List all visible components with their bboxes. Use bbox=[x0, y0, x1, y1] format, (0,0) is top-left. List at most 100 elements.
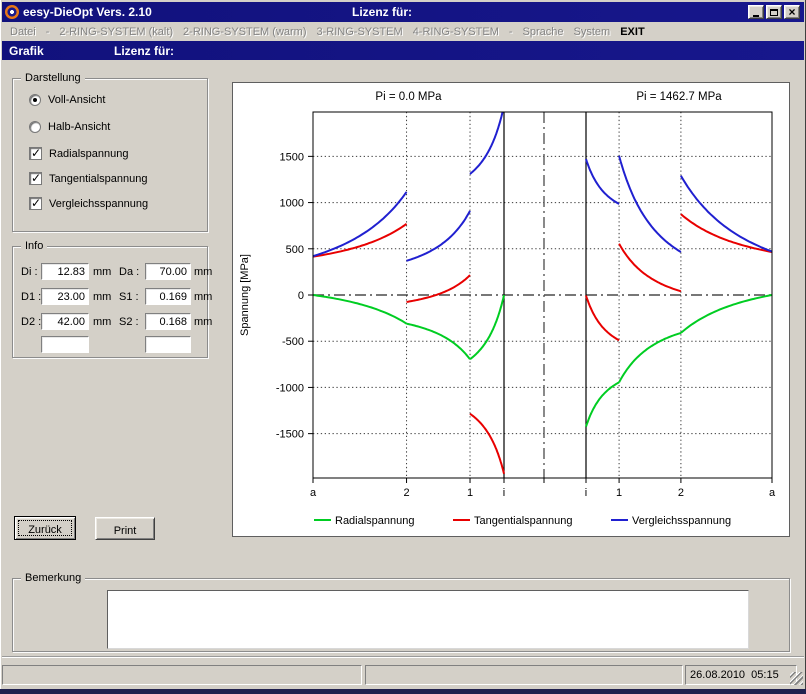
bemerkung-group-title: Bemerkung bbox=[21, 572, 85, 584]
info-group: Info Di : 12.83 mm Da : 70.00 mm D1 : 23… bbox=[12, 246, 208, 358]
titlebar: eesy-DieOpt Vers. 2.10 Lizenz für: × bbox=[2, 2, 804, 22]
s1-label: S1 : bbox=[119, 291, 139, 303]
svg-text:0: 0 bbox=[298, 290, 304, 302]
menubar: Datei - 2-RING-SYSTEM (kalt) 2-RING-SYST… bbox=[2, 22, 804, 41]
d2-field: 42.00 bbox=[41, 313, 89, 330]
di-field: 12.83 bbox=[41, 263, 89, 280]
svg-text:Tangentialspannung: Tangentialspannung bbox=[474, 515, 572, 527]
svg-text:Vergleichsspannung: Vergleichsspannung bbox=[632, 515, 731, 527]
minimize-icon bbox=[753, 15, 759, 17]
svg-text:Radialspannung: Radialspannung bbox=[335, 515, 415, 527]
da-field: 70.00 bbox=[145, 263, 191, 280]
statusbar-panel-middle bbox=[365, 665, 683, 685]
radio-button-icon bbox=[29, 121, 41, 133]
radio-voll-ansicht[interactable]: Voll-Ansicht bbox=[29, 94, 105, 106]
menu-item-4-ring[interactable]: 4-RING-SYSTEM bbox=[413, 26, 499, 38]
s2-label: S2 : bbox=[119, 316, 139, 328]
statusbar: 26.08.2010 05:15 bbox=[2, 660, 804, 689]
da-label: Da : bbox=[119, 266, 139, 278]
darstellung-group: Darstellung Voll-Ansicht Halb-Ansicht Ra… bbox=[12, 78, 208, 232]
close-icon: × bbox=[788, 7, 795, 17]
svg-text:1: 1 bbox=[467, 487, 473, 499]
window-title: eesy-DieOpt Vers. 2.10 bbox=[23, 5, 152, 19]
child-window-title: Grafik bbox=[9, 44, 44, 58]
stress-chart: 1500 1000 500 0 -500 -1000 -1500 a 2 1 i i 1 2 a Pi = 0… bbox=[233, 83, 789, 536]
svg-text:-1000: -1000 bbox=[276, 382, 304, 394]
darstellung-group-title: Darstellung bbox=[21, 72, 85, 84]
maximize-button[interactable] bbox=[766, 5, 782, 19]
statusbar-panel-left bbox=[2, 665, 362, 685]
s2-field: 0.168 bbox=[145, 313, 191, 330]
child-window-license: Lizenz für: bbox=[114, 44, 174, 58]
checkbox-radialspannung[interactable]: Radialspannung bbox=[29, 147, 129, 160]
maximize-icon bbox=[770, 9, 778, 16]
window-controls: × bbox=[748, 5, 800, 19]
d1-unit: mm bbox=[93, 291, 111, 303]
s2-unit: mm bbox=[194, 316, 212, 328]
radio-halb-ansicht[interactable]: Halb-Ansicht bbox=[29, 121, 110, 133]
checkbox-tangentialspannung-label: Tangentialspannung bbox=[49, 173, 147, 185]
bemerkung-group: Bemerkung bbox=[12, 578, 790, 652]
checkbox-icon bbox=[29, 197, 42, 210]
di-label: Di : bbox=[21, 266, 38, 278]
d2-unit: mm bbox=[93, 316, 111, 328]
menu-item-system[interactable]: System bbox=[574, 26, 611, 38]
menu-item-2-ring-warm[interactable]: 2-RING-SYSTEM (warm) bbox=[183, 26, 306, 38]
minimize-button[interactable] bbox=[748, 5, 764, 19]
svg-text:i: i bbox=[585, 487, 587, 499]
da-unit: mm bbox=[194, 266, 212, 278]
checkbox-icon bbox=[29, 172, 42, 185]
checkbox-icon bbox=[29, 147, 42, 160]
radio-voll-ansicht-label: Voll-Ansicht bbox=[48, 94, 105, 106]
svg-text:2: 2 bbox=[678, 487, 684, 499]
resize-grip[interactable] bbox=[790, 672, 803, 685]
checkbox-vergleichsspannung[interactable]: Vergleichsspannung bbox=[29, 197, 148, 210]
svg-text:i: i bbox=[503, 487, 505, 499]
menu-separator-1: - bbox=[46, 26, 50, 38]
chart-panel: 1500 1000 500 0 -500 -1000 -1500 a 2 1 i i 1 2 a Pi = 0… bbox=[232, 82, 790, 537]
svg-text:1000: 1000 bbox=[280, 198, 304, 210]
window-title-license: Lizenz für: bbox=[352, 5, 412, 19]
d1-label: D1 : bbox=[21, 291, 41, 303]
svg-text:1500: 1500 bbox=[280, 151, 304, 163]
checkbox-radialspannung-label: Radialspannung bbox=[49, 148, 129, 160]
d1-field: 23.00 bbox=[41, 288, 89, 305]
checkbox-vergleichsspannung-label: Vergleichsspannung bbox=[49, 198, 148, 210]
svg-text:Pi = 0.0 MPa: Pi = 0.0 MPa bbox=[375, 91, 442, 103]
close-button[interactable]: × bbox=[784, 5, 800, 19]
back-button[interactable]: Zurück bbox=[14, 516, 76, 540]
radio-button-icon bbox=[29, 94, 41, 106]
d2-label: D2 : bbox=[21, 316, 41, 328]
app-icon bbox=[5, 5, 19, 19]
statusbar-datetime: 26.08.2010 05:15 bbox=[685, 665, 797, 685]
svg-text:a: a bbox=[310, 487, 317, 499]
svg-text:Pi = 1462.7 MPa: Pi = 1462.7 MPa bbox=[636, 91, 722, 103]
menu-item-2-ring-kalt[interactable]: 2-RING-SYSTEM (kalt) bbox=[59, 26, 173, 38]
menu-item-3-ring[interactable]: 3-RING-SYSTEM bbox=[317, 26, 403, 38]
info-group-title: Info bbox=[21, 240, 47, 252]
menu-item-datei[interactable]: Datei bbox=[10, 26, 36, 38]
extra-field-right bbox=[145, 336, 191, 353]
svg-text:500: 500 bbox=[286, 244, 304, 256]
radio-halb-ansicht-label: Halb-Ansicht bbox=[48, 121, 110, 133]
svg-text:-500: -500 bbox=[282, 336, 304, 348]
app-window: eesy-DieOpt Vers. 2.10 Lizenz für: × Dat… bbox=[0, 0, 806, 694]
svg-text:a: a bbox=[769, 487, 776, 499]
svg-text:1: 1 bbox=[616, 487, 622, 499]
window-bottom-border bbox=[0, 689, 806, 694]
svg-text:Spannung [MPa]: Spannung [MPa] bbox=[239, 254, 251, 336]
child-titlebar: Grafik Lizenz für: bbox=[2, 41, 804, 60]
extra-field-left bbox=[41, 336, 89, 353]
menu-separator-2: - bbox=[509, 26, 513, 38]
svg-text:-1500: -1500 bbox=[276, 429, 304, 441]
checkbox-tangentialspannung[interactable]: Tangentialspannung bbox=[29, 172, 147, 185]
menu-item-sprache[interactable]: Sprache bbox=[523, 26, 564, 38]
s1-unit: mm bbox=[194, 291, 212, 303]
menu-item-exit[interactable]: EXIT bbox=[620, 26, 644, 38]
print-button[interactable]: Print bbox=[95, 517, 155, 540]
svg-text:2: 2 bbox=[403, 487, 409, 499]
di-unit: mm bbox=[93, 266, 111, 278]
bemerkung-input[interactable] bbox=[107, 590, 749, 649]
s1-field: 0.169 bbox=[145, 288, 191, 305]
client-bottom-edge bbox=[2, 656, 804, 658]
